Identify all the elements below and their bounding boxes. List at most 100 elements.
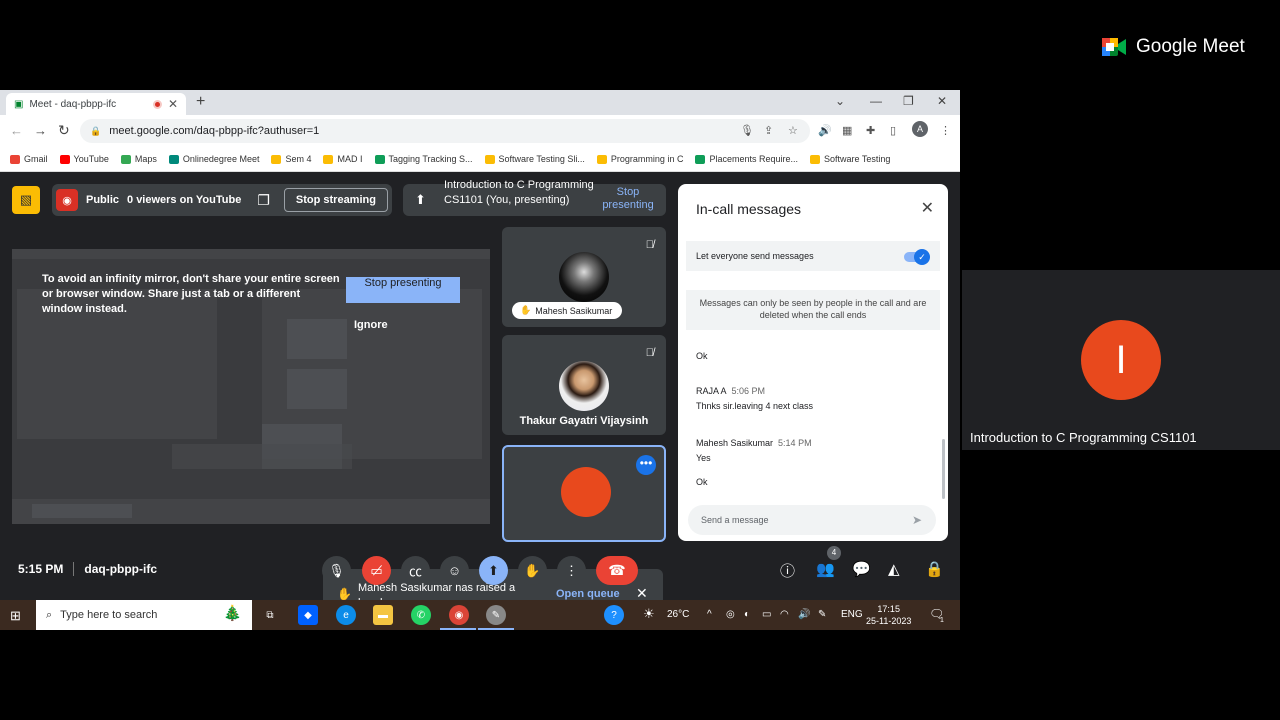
reload-button[interactable]: ↻ [58, 122, 70, 139]
stop-presenting-overlay-button[interactable]: Stop presenting [346, 277, 460, 303]
weather-temp[interactable]: 26°C [667, 609, 689, 620]
pen-icon[interactable]: ✎ [818, 609, 826, 620]
language-indicator[interactable]: ENG [841, 609, 863, 620]
bookmark-star-icon[interactable]: ☆ [788, 124, 798, 137]
participant-name: Thakur Gayatri Vijaysinh [519, 415, 649, 427]
menu-icon[interactable]: ⋮ [940, 124, 951, 137]
ignore-button[interactable]: Ignore [354, 319, 388, 331]
close-window-button[interactable]: ✕ [937, 94, 947, 108]
participant-tile[interactable]: 🎙̸ Thakur Gayatri Vijaysinh [502, 335, 666, 435]
present-button[interactable]: ⬆ [479, 556, 508, 585]
bookmark-item[interactable]: MAD I [323, 154, 363, 164]
forward-button[interactable]: → [34, 123, 47, 138]
camera-off-button[interactable]: ▭̸ [362, 556, 391, 585]
new-tab-button[interactable]: + [196, 93, 205, 111]
tab-meet[interactable]: ▣ Meet - daq-pbpp-ifc ✕ [6, 93, 186, 115]
people-icon[interactable]: 👥 [816, 560, 835, 578]
qr-icon[interactable]: ▦ [842, 124, 852, 137]
tray-icon[interactable]: ◎ [726, 609, 735, 620]
back-button[interactable]: ← [10, 123, 23, 138]
captions-button[interactable]: ㏄ [401, 556, 430, 585]
stop-presenting-button[interactable]: Stop presenting [593, 186, 663, 212]
bookmark-icon [59, 154, 70, 164]
chat-scrollbar[interactable] [942, 439, 945, 499]
bookmark-item[interactable]: Onlinedegree Meet [168, 154, 260, 164]
dropbox-icon[interactable]: ◆ [298, 605, 318, 625]
restore-button[interactable]: ❐ [903, 94, 914, 108]
url-field[interactable]: 🔒 meet.google.com/daq-pbpp-ifc?authuser=… [80, 119, 810, 143]
more-options-button[interactable]: ⋮ [557, 556, 586, 585]
infinity-mirror-warning: To avoid an infinity mirror, don't share… [42, 273, 340, 315]
minimize-button[interactable]: — [870, 94, 882, 108]
microphone-icon: 🎙 [328, 562, 345, 578]
help-icon[interactable]: ? [604, 605, 624, 625]
reactions-button[interactable]: ☺ [440, 556, 469, 585]
bookmark-item[interactable]: Sem 4 [271, 154, 311, 164]
chrome-icon[interactable]: ◉ [449, 605, 469, 625]
host-controls-icon[interactable]: 🔒 [925, 560, 944, 578]
bookmark-icon [323, 154, 334, 164]
wifi-icon[interactable]: ◠ [780, 609, 789, 620]
bookmark-item[interactable]: Gmail [10, 154, 48, 164]
self-tile[interactable]: ••• [502, 445, 666, 542]
captions-off-icon[interactable]: ▧ [12, 186, 40, 214]
raise-hand-button[interactable]: ✋ [518, 556, 547, 585]
sidepanel-icon[interactable]: ▯ [890, 124, 896, 137]
chevron-up-icon[interactable]: ^ [707, 609, 712, 620]
chat-panel: In-call messages ✕ Let everyone send mes… [678, 184, 948, 541]
close-icon[interactable]: ✕ [921, 198, 934, 218]
bookmark-item[interactable]: Software Testing [810, 154, 890, 164]
tray-icon[interactable]: ◐ [744, 609, 750, 620]
bookmark-item[interactable]: Tagging Tracking S... [374, 154, 473, 164]
open-queue-button[interactable]: Open queue [556, 588, 620, 600]
meeting-info: 5:15 PM daq-pbpp-ifc [18, 562, 157, 576]
microphone-button[interactable]: 🎙 [322, 556, 351, 585]
participant-tile[interactable]: 🎙̸ ✋ Mahesh Sasikumar [502, 227, 666, 327]
volume-icon[interactable]: 🔊 [798, 609, 810, 620]
battery-icon[interactable]: ▭ [762, 609, 771, 620]
extensions-icon[interactable]: ✚ [866, 124, 875, 137]
taskbar-search[interactable]: ⌕ Type here to search 🎄 [36, 600, 252, 630]
chevron-down-icon[interactable]: ⌄ [835, 94, 845, 108]
allow-messages-toggle[interactable]: ✓ [904, 249, 930, 265]
leave-call-button[interactable]: ☎ [596, 556, 638, 585]
whatsapp-icon[interactable]: ✆ [411, 605, 431, 625]
send-icon[interactable]: ➤ [912, 513, 922, 527]
activities-icon[interactable]: ◭ [888, 560, 900, 578]
message-input[interactable]: Send a message ➤ [688, 505, 936, 535]
bookmark-item[interactable]: Maps [120, 154, 157, 164]
task-view-icon[interactable]: ⧉ [260, 605, 280, 625]
meeting-time: 5:15 PM [18, 562, 64, 576]
profile-avatar[interactable]: A [912, 121, 928, 137]
more-options-icon[interactable]: ••• [636, 455, 656, 475]
bookmark-item[interactable]: Programming in C [596, 154, 683, 164]
share-icon[interactable]: ⇪ [764, 124, 773, 137]
check-icon: ✓ [914, 249, 930, 265]
taskbar-clock[interactable]: 17:15 25-11-2023 [866, 603, 911, 627]
close-tab-icon[interactable]: ✕ [168, 97, 178, 111]
presenting-bar: ⬆ Introduction to C Programming CS1101 (… [403, 179, 666, 216]
bookmark-label: Onlinedegree Meet [182, 154, 260, 164]
chat-icon[interactable]: 💬 [852, 560, 871, 578]
camera-off-icon: ▭̸ [370, 562, 383, 578]
file-explorer-icon[interactable]: ▬ [373, 605, 393, 625]
speaker-icon[interactable]: 🔊 [818, 124, 832, 137]
tab-title: Meet - daq-pbpp-ifc [29, 98, 117, 110]
bookmark-item[interactable]: Placements Require... [695, 154, 798, 164]
presenter-tile[interactable]: I Introduction to C Programming CS1101 [962, 270, 1280, 450]
windows-start-icon[interactable]: ⊞ [10, 608, 21, 624]
chat-message: Ok [696, 351, 708, 361]
bookmark-icon [810, 154, 820, 164]
app-icon[interactable]: ✎ [486, 605, 506, 625]
stop-streaming-button[interactable]: Stop streaming [283, 188, 388, 212]
bookmark-item[interactable]: Software Testing Sli... [484, 154, 585, 164]
message-time: 5:14 PM [778, 438, 812, 448]
message-input-placeholder: Send a message [701, 515, 769, 525]
bookmark-item[interactable]: YouTube [59, 154, 109, 164]
info-icon[interactable]: ⓘ [780, 560, 795, 581]
microphone-icon[interactable]: 🎙 [740, 124, 754, 137]
emoji-icon: ☺ [447, 563, 462, 578]
copy-icon[interactable]: ❐ [257, 192, 270, 209]
edge-icon[interactable]: e [336, 605, 356, 625]
raised-hand-icon: ✋ [520, 305, 532, 315]
